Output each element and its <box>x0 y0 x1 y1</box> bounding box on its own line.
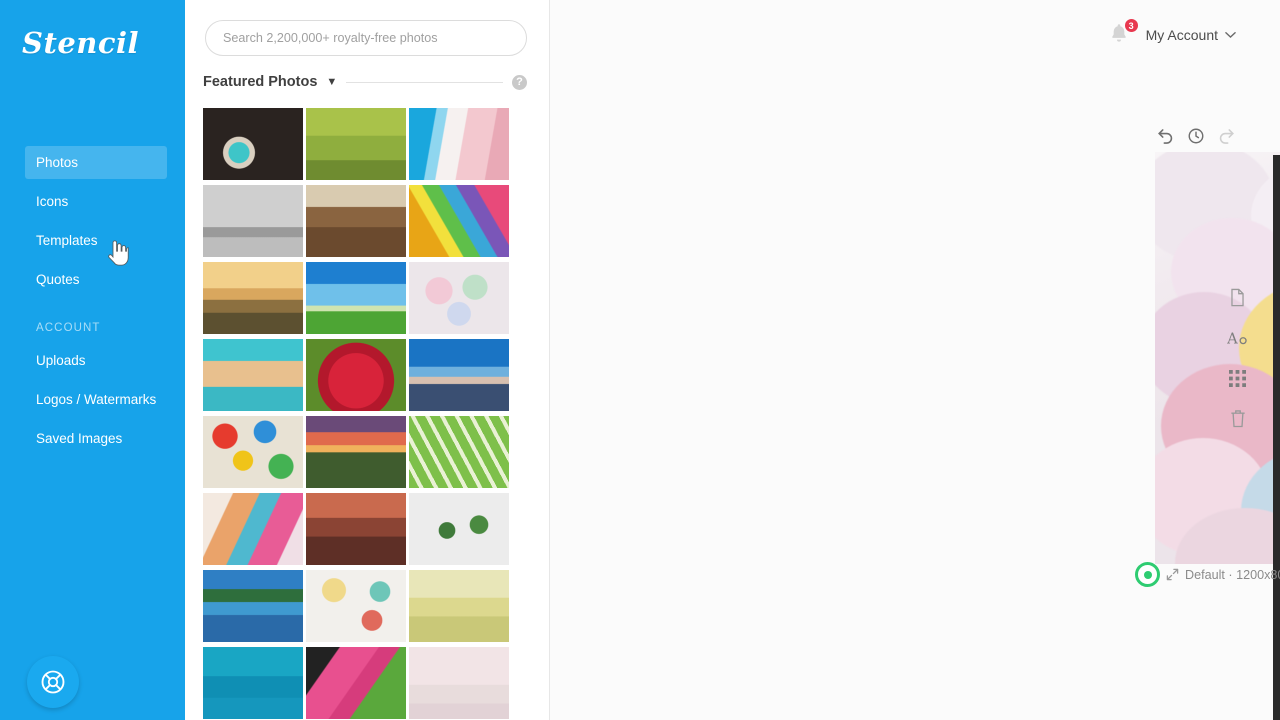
trash-icon <box>1230 410 1245 428</box>
design-canvas[interactable]: Click & drag to move me around. <box>1155 152 1280 564</box>
editor-main: 3 My Account Default · 1200x8 A <box>550 0 1280 720</box>
photo-thumb-green-field-blue-sky[interactable] <box>306 262 406 334</box>
app-logo[interactable]: Stencil <box>0 0 185 60</box>
sidebar-item-templates[interactable]: Templates <box>25 224 167 257</box>
photo-thumb-sunflower-rainbow-stripes[interactable] <box>409 185 509 257</box>
sidebar-item-label: Photos <box>36 155 79 170</box>
canvas-size-label: Default · 1200x800 <box>1185 567 1280 582</box>
canvas-text-line-2: move me around. <box>1155 348 1280 394</box>
chevron-down-icon[interactable]: ▼ <box>326 76 337 88</box>
canvas-text-line-1: Click & drag to <box>1155 302 1280 348</box>
photo-thumb-colorful-jelly-beans[interactable] <box>203 416 303 488</box>
sidebar-item-icons[interactable]: Icons <box>25 185 167 218</box>
photo-thumb-sunset-field-horizon[interactable] <box>306 416 406 488</box>
search-container <box>185 0 549 56</box>
history-button[interactable] <box>1187 127 1205 145</box>
header-divider <box>346 81 503 83</box>
sidebar-item-label: Quotes <box>36 272 80 287</box>
photo-thumb-woman-pink-hat-field[interactable] <box>409 570 509 642</box>
redo-button[interactable] <box>1217 126 1236 145</box>
search-input[interactable] <box>205 20 527 56</box>
delete-button[interactable] <box>1230 409 1246 428</box>
photo-thumb-couple-beach-lounging[interactable] <box>203 339 303 411</box>
photo-thumb-dining-room-flowers-laptop[interactable] <box>306 185 406 257</box>
photo-thumb-easter-craft-hands[interactable] <box>306 570 406 642</box>
photo-grid <box>203 108 531 720</box>
photo-thumb-flowers-notebook-flatlay[interactable] <box>409 493 509 565</box>
undo-icon <box>1158 129 1173 144</box>
chevron-down-icon <box>1225 32 1236 38</box>
sidebar: Stencil Photos Icons Templates Quotes AC… <box>0 0 185 720</box>
notification-badge: 3 <box>1123 18 1139 33</box>
page-scrollbar[interactable] <box>1273 155 1280 720</box>
my-account-menu[interactable]: My Account <box>1146 27 1236 43</box>
sidebar-nav: Photos Icons Templates Quotes ACCOUNT Up… <box>0 146 185 455</box>
history-toolbar <box>1156 126 1236 145</box>
sidebar-item-saved-images[interactable]: Saved Images <box>25 422 167 455</box>
photo-thumb-pastel-candy-eggs[interactable] <box>409 262 509 334</box>
photo-thumb-dog-camera-tripod-woman[interactable] <box>306 493 406 565</box>
sidebar-item-label: Uploads <box>36 353 86 368</box>
canvas-text-element[interactable]: Click & drag to move me around. <box>1155 302 1280 394</box>
photo-thumb-birdhouse-butterfly[interactable] <box>306 108 406 180</box>
featured-photos-title[interactable]: Featured Photos <box>203 74 317 90</box>
support-button[interactable] <box>27 656 79 708</box>
notifications-button[interactable]: 3 <box>1108 18 1139 49</box>
sidebar-item-uploads[interactable]: Uploads <box>25 344 167 377</box>
canvas-size-bar: Default · 1200x800 <box>1135 562 1280 587</box>
photo-thumb-kids-jumping-beach-bw[interactable] <box>203 185 303 257</box>
sidebar-item-label: Logos / Watermarks <box>36 392 157 407</box>
featured-photos-header: Featured Photos ▼ ? <box>185 56 549 90</box>
undo-button[interactable] <box>1156 126 1175 145</box>
photo-thumb-blue-pink-feathers[interactable] <box>409 108 509 180</box>
sidebar-item-photos[interactable]: Photos <box>25 146 167 179</box>
photo-browser-panel: Featured Photos ▼ ? <box>185 0 550 720</box>
my-account-label: My Account <box>1145 27 1218 43</box>
top-header: 3 My Account <box>550 0 1280 70</box>
history-clock-icon <box>1188 128 1204 143</box>
photo-thumb-mountain-lake-reflection[interactable] <box>203 570 303 642</box>
sidebar-item-logos-watermarks[interactable]: Logos / Watermarks <box>25 383 167 416</box>
life-ring-icon <box>41 670 65 694</box>
photo-thumb-tulips-cosmetics-flatlay[interactable] <box>306 647 406 719</box>
redo-icon <box>1219 129 1234 144</box>
sidebar-item-label: Saved Images <box>36 431 123 446</box>
sidebar-section-account: ACCOUNT <box>36 322 101 334</box>
photo-thumb-sunset-over-sea[interactable] <box>409 339 509 411</box>
photo-thumb-makeup-brushes-flatlay[interactable] <box>203 493 303 565</box>
photo-thumb-strawberry-closeup[interactable] <box>306 339 406 411</box>
photo-thumb-palm-leaf-green[interactable] <box>409 416 509 488</box>
photo-thumb-mountain-sunset-golden[interactable] <box>203 262 303 334</box>
help-icon[interactable]: ? <box>512 74 527 90</box>
sidebar-item-quotes[interactable]: Quotes <box>25 263 167 296</box>
photo-thumb-swimmer-pool-aerial[interactable] <box>203 647 303 719</box>
canvas-target-icon[interactable] <box>1135 562 1160 587</box>
photo-thumb-bunny-figurine-easter[interactable] <box>409 647 509 719</box>
photo-thumb-coffee-latte-cup[interactable] <box>203 108 303 180</box>
stencil-app: Stencil Photos Icons Templates Quotes AC… <box>0 0 1280 720</box>
sidebar-item-label: Templates <box>36 233 98 248</box>
sidebar-item-label: Icons <box>36 194 69 209</box>
resize-arrow-icon[interactable] <box>1166 568 1179 581</box>
